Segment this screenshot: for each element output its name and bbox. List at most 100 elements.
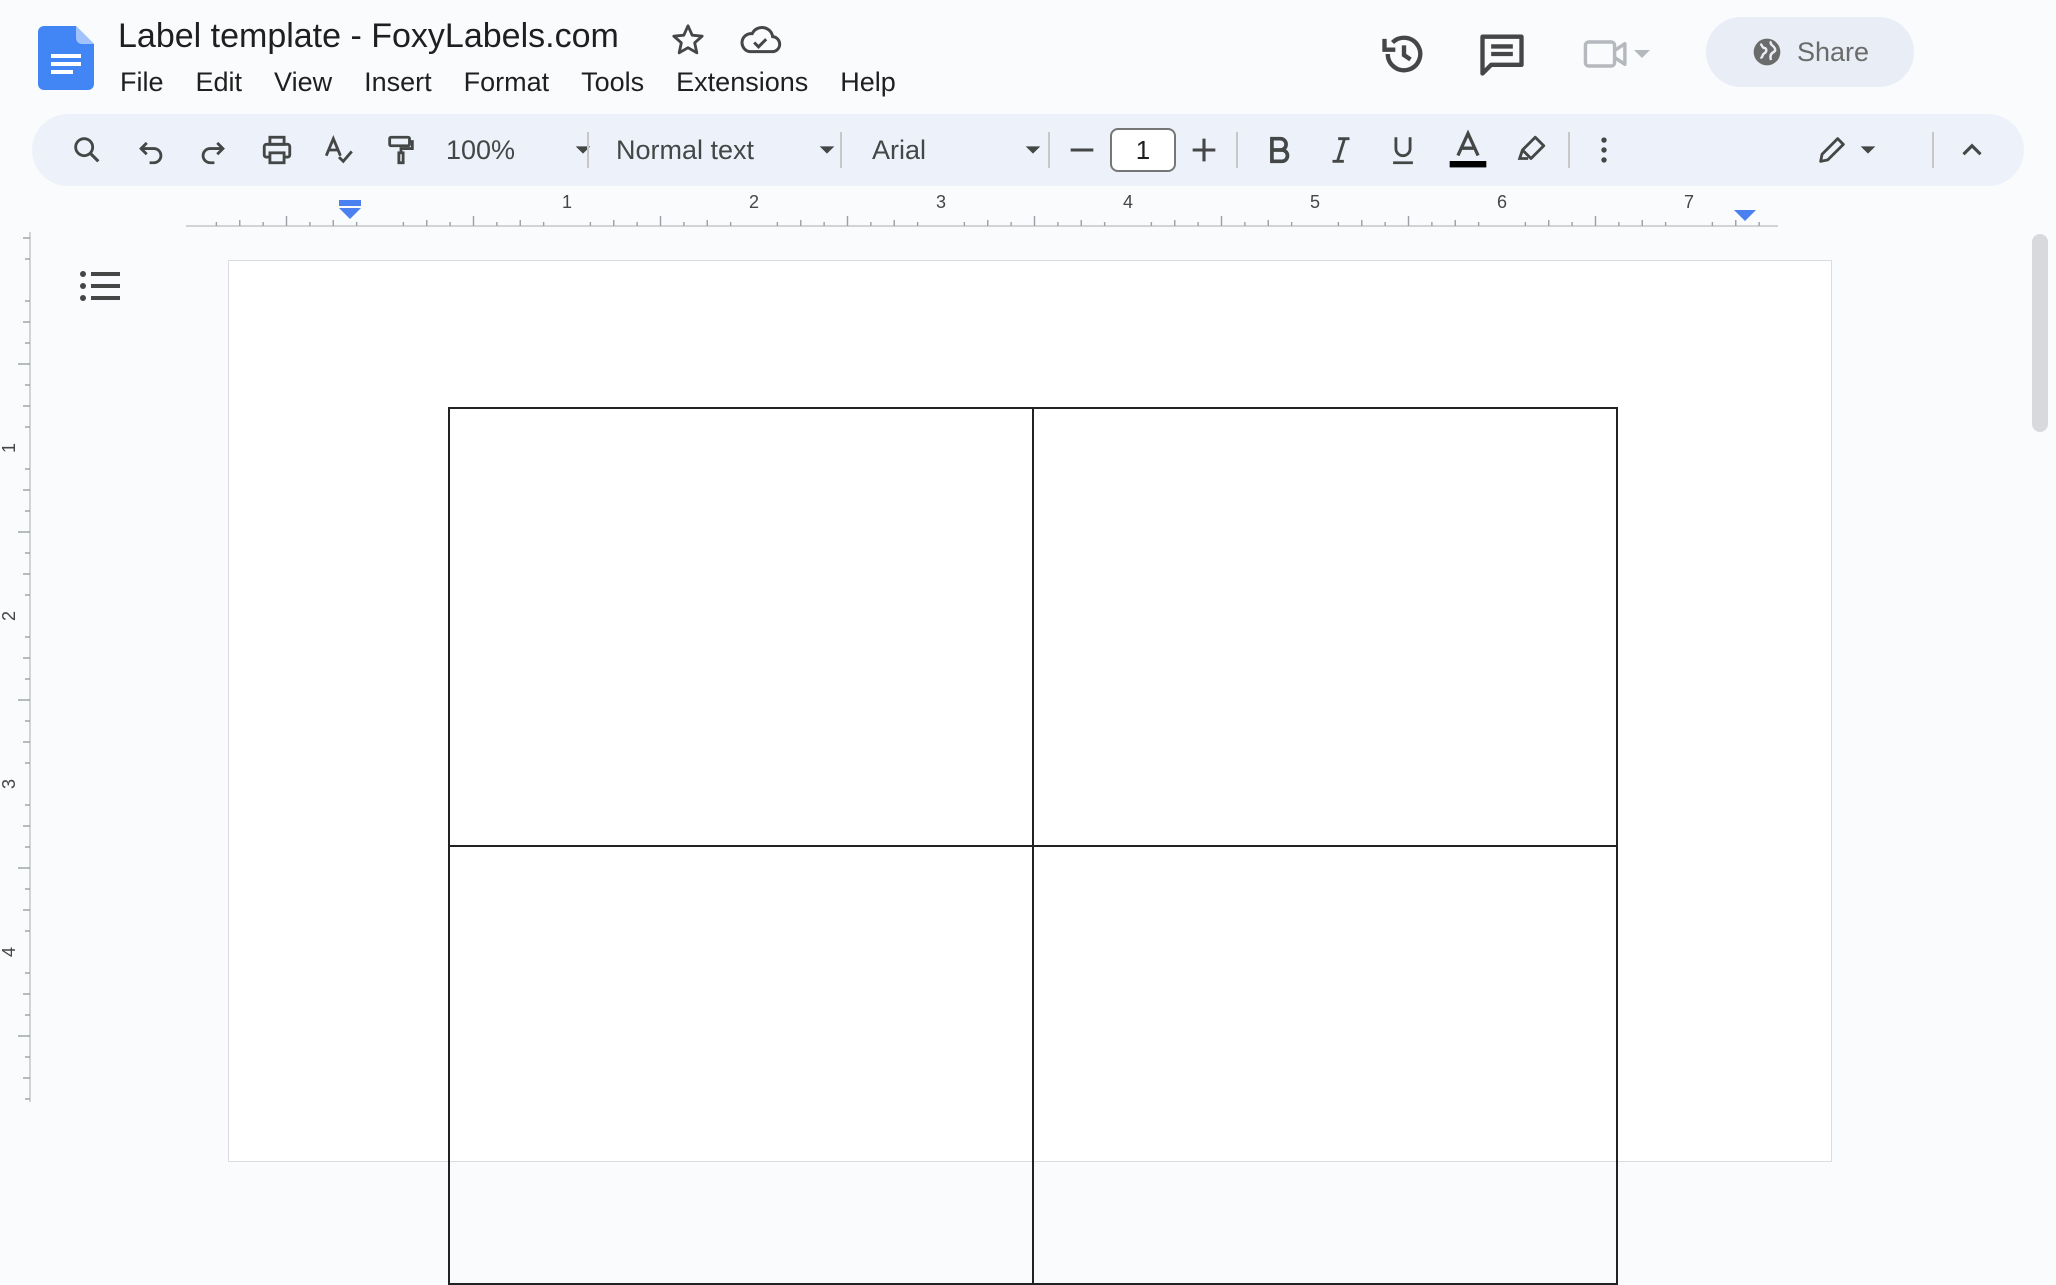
toolbar-divider [1568, 132, 1570, 168]
undo-icon [134, 133, 168, 167]
ruler-labels: 1 2 3 4 5 6 7 [562, 192, 1694, 212]
label-cell[interactable] [1032, 407, 1618, 847]
font-select[interactable]: Arial [858, 114, 1058, 186]
ruler-label: 3 [936, 192, 946, 212]
minus-icon [1065, 133, 1099, 167]
ruler-label: 2 [749, 192, 759, 212]
font-value: Arial [872, 134, 927, 165]
meet-icon [1582, 36, 1630, 72]
italic-button[interactable] [1316, 114, 1366, 186]
redo-button[interactable] [188, 114, 238, 186]
toolbar-divider [840, 132, 842, 168]
ruler-label: 2 [0, 611, 19, 621]
bold-icon [1262, 133, 1296, 167]
italic-icon [1324, 133, 1358, 167]
search-menus-button[interactable] [62, 114, 112, 186]
table-row [448, 407, 1618, 847]
underline-button[interactable] [1378, 114, 1428, 186]
docs-logo-icon[interactable] [38, 26, 94, 90]
ruler-label: 4 [0, 947, 19, 957]
ruler-label: 3 [0, 779, 19, 789]
vertical-scrollbar[interactable] [2032, 234, 2048, 432]
menu-format[interactable]: Format [448, 60, 566, 104]
chevron-down-icon [1630, 42, 1654, 66]
document-page[interactable] [228, 260, 1832, 1285]
zoom-value: 100% [446, 134, 516, 165]
ruler-label: 1 [562, 192, 572, 212]
share-label: Share [1796, 36, 1870, 67]
menu-extensions[interactable]: Extensions [660, 60, 824, 104]
label-cell[interactable] [1032, 845, 1618, 1285]
horizontal-ruler[interactable]: 1 2 3 4 5 6 7 [30, 190, 2020, 228]
table-row [448, 845, 1618, 1285]
toolbar-divider [587, 132, 589, 168]
decrease-font-size-button[interactable] [1060, 114, 1104, 186]
toolbar-divider [1932, 132, 1934, 168]
menu-bar: File Edit View Insert Format Tools Exten… [108, 60, 912, 104]
more-options-icon [1587, 133, 1621, 167]
text-color-button[interactable] [1440, 114, 1496, 186]
ruler-labels: 1 2 3 4 [0, 443, 19, 957]
globe-icon [1751, 36, 1783, 68]
print-icon [260, 133, 294, 167]
comments-icon[interactable] [1476, 28, 1528, 80]
document-title[interactable]: Label template - FoxyLabels.com [118, 14, 619, 58]
ruler-label: 5 [1310, 192, 1320, 212]
undo-button[interactable] [126, 114, 176, 186]
increase-font-size-button[interactable] [1182, 114, 1226, 186]
left-indent-marker[interactable] [339, 200, 361, 219]
star-icon[interactable] [668, 20, 708, 60]
ruler-ticks [215, 216, 1760, 226]
chevron-down-icon [572, 139, 594, 161]
menu-tools[interactable]: Tools [565, 60, 660, 104]
highlight-icon [1514, 133, 1548, 167]
ruler-label: 4 [1123, 192, 1133, 212]
menu-view[interactable]: View [258, 60, 348, 104]
meet-button[interactable] [1582, 30, 1666, 78]
outline-icon [78, 266, 122, 306]
right-indent-marker[interactable] [1734, 210, 1756, 221]
paint-format-icon [384, 133, 418, 167]
document-outline-button[interactable] [78, 266, 122, 306]
ruler-label: 6 [1497, 192, 1507, 212]
history-icon[interactable] [1378, 28, 1430, 80]
label-table[interactable] [448, 407, 1618, 1285]
print-button[interactable] [250, 114, 304, 186]
underline-icon [1386, 133, 1420, 167]
collapse-toolbar-icon [1955, 133, 1989, 167]
toolbar: 100% Normal text Arial 1 [32, 114, 2024, 186]
editing-mode-icon [1815, 133, 1849, 167]
highlight-color-button[interactable] [1506, 114, 1556, 186]
collapse-toolbar-button[interactable] [1946, 114, 1998, 186]
menu-insert[interactable]: Insert [348, 60, 448, 104]
plus-icon [1187, 133, 1221, 167]
toolbar-divider [1236, 132, 1238, 168]
ruler-label: 7 [1684, 192, 1694, 212]
cloud-icon[interactable] [736, 20, 784, 60]
ruler-label: 1 [0, 443, 19, 453]
spellcheck-button[interactable] [314, 114, 364, 186]
paragraph-style-select[interactable]: Normal text [604, 114, 850, 186]
menu-file[interactable]: File [108, 60, 180, 104]
menu-help[interactable]: Help [824, 60, 912, 104]
font-size-input[interactable]: 1 [1110, 128, 1176, 172]
label-cell[interactable] [448, 845, 1034, 1285]
menu-edit[interactable]: Edit [180, 60, 259, 104]
chevron-down-icon [1857, 139, 1879, 161]
vertical-ruler[interactable]: 1 2 3 4 [0, 232, 34, 1122]
chevron-down-icon [1022, 139, 1044, 161]
ruler-ticks [18, 237, 30, 1100]
search-icon [70, 133, 104, 167]
spellcheck-icon [322, 133, 356, 167]
zoom-select[interactable]: 100% [438, 114, 602, 186]
text-color-icon [1446, 128, 1490, 172]
editing-mode-button[interactable] [1800, 114, 1894, 186]
paint-format-button[interactable] [376, 114, 426, 186]
share-button[interactable]: Share [1706, 17, 1914, 87]
paragraph-style-value: Normal text [616, 134, 755, 165]
toolbar-divider [1048, 132, 1050, 168]
chevron-down-icon [816, 139, 838, 161]
bold-button[interactable] [1254, 114, 1304, 186]
label-cell[interactable] [448, 407, 1034, 847]
more-options-button[interactable] [1584, 114, 1624, 186]
